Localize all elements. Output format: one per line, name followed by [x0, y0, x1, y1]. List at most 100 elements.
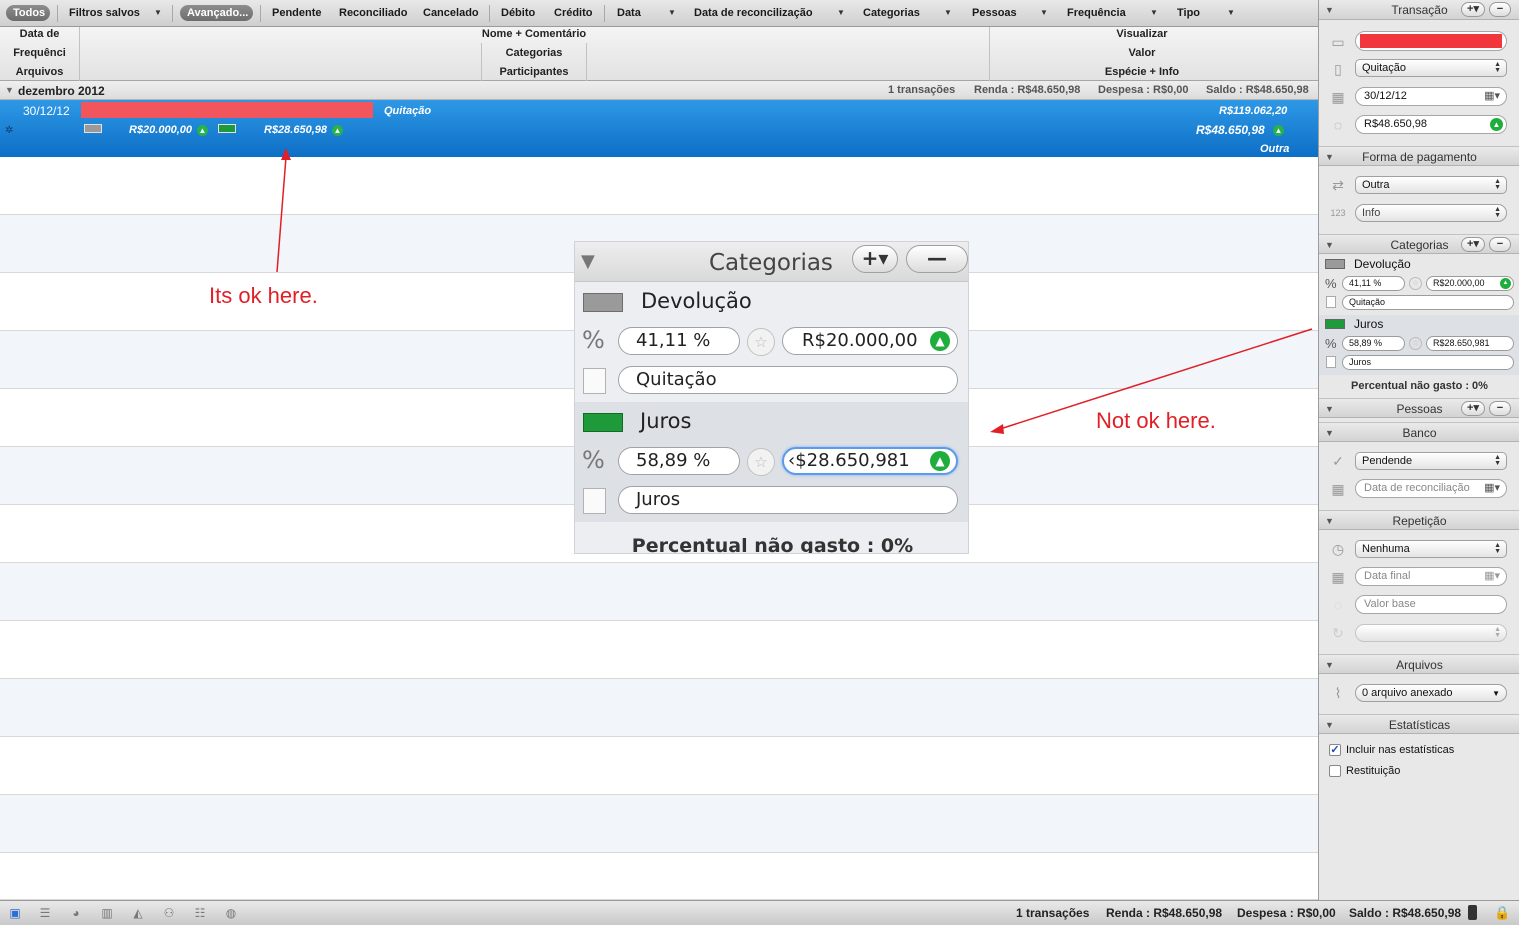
info-placeholder: Info: [1362, 207, 1381, 219]
income-arrow-icon: ▲: [1500, 278, 1511, 289]
timeline-icon[interactable]: ☷: [188, 905, 212, 921]
updown-icon: ▲ ▼: [1494, 178, 1501, 191]
zoom-header-title: Categorias: [709, 250, 833, 276]
remove-person-button[interactable]: −: [1489, 401, 1511, 416]
category-note-field[interactable]: Quitação: [1342, 295, 1514, 310]
lock-icon[interactable]: 🔒: [1494, 905, 1510, 921]
area-chart-icon[interactable]: ◭: [126, 905, 150, 921]
app-window: Todos Filtros salvos ▼ Avançado... Pende…: [0, 0, 1519, 925]
category-percent-field[interactable]: 41,11 %: [618, 327, 740, 355]
currency-icon[interactable]: ☆: [747, 448, 775, 476]
bank-status-popup[interactable]: Pendende ▲ ▼: [1355, 452, 1507, 470]
category-swatch: [583, 293, 623, 312]
payment-method-value: Outra: [1362, 179, 1390, 191]
category-note-field[interactable]: Juros: [618, 486, 958, 514]
attachments-popup[interactable]: 0 arquivo anexado ▼: [1355, 684, 1507, 702]
repeat-options-popup[interactable]: ▲ ▼: [1355, 624, 1507, 642]
section-payment-method[interactable]: ▼ Forma de pagamento: [1319, 146, 1519, 166]
category-percent-field[interactable]: 41,11 %: [1342, 276, 1405, 291]
clock-icon: ◷: [1331, 541, 1345, 557]
repeat-frequency-value: Nenhuma: [1362, 543, 1410, 555]
pie-chart-icon[interactable]: ◕: [64, 905, 88, 921]
transaction-type-popup[interactable]: Quitação ▲ ▼: [1355, 59, 1507, 77]
status-bar: ▣ ☰ ◕ ▥ ◭ ⚇ ☷ ◍ 1 transações Renda : R$4…: [0, 900, 1519, 925]
arrowhead-icon: [990, 424, 1004, 434]
category-value: R$20.000,00: [802, 330, 918, 351]
updown-icon: ▲ ▼: [1494, 626, 1501, 639]
category-percent-field[interactable]: 58,89 %: [1342, 336, 1405, 351]
zoom-add-button[interactable]: +▾: [852, 245, 898, 273]
category-note-field[interactable]: Quitação: [618, 366, 958, 394]
section-title: Arquivos: [1396, 658, 1443, 672]
annotation-ok: Its ok here.: [209, 283, 318, 308]
base-value-field[interactable]: Valor base: [1355, 595, 1507, 614]
payee-field[interactable]: [1355, 31, 1507, 51]
zoom-section-header: ▼ Categorias +▾ —: [575, 242, 968, 282]
calculator-icon[interactable]: [1468, 905, 1477, 920]
category-percent-field[interactable]: 58,89 %: [618, 447, 740, 475]
remove-category-button[interactable]: −: [1489, 237, 1511, 252]
note-icon: [1326, 356, 1336, 368]
zoom-category-juros: Juros % 58,89 % ☆ ‹$28.650,981 ▲ Juros: [575, 402, 968, 522]
unspent-percent: Percentual não gasto : 0%: [1351, 380, 1488, 392]
end-date-field[interactable]: Data final ▦▾: [1355, 567, 1507, 586]
disclosure-triangle-icon[interactable]: ▼: [581, 251, 595, 272]
category-swatch: [1325, 259, 1345, 269]
updown-icon: ▲ ▼: [1494, 61, 1501, 74]
zoom-remove-button[interactable]: —: [906, 245, 968, 273]
category-note-field[interactable]: Juros: [1342, 355, 1514, 370]
list-view-icon[interactable]: ▣: [3, 905, 27, 921]
repeat-frequency-popup[interactable]: Nenhuma ▲ ▼: [1355, 540, 1507, 558]
section-title: Forma de pagamento: [1362, 150, 1477, 164]
globe-icon[interactable]: ◍: [219, 905, 243, 921]
payment-method-popup[interactable]: Outra ▲ ▼: [1355, 176, 1507, 194]
people-icon[interactable]: ⚇: [157, 905, 181, 921]
status-expense: Despesa : R$0,00: [1237, 906, 1336, 920]
note-icon: [583, 368, 606, 394]
section-repeat[interactable]: ▼ Repetição: [1319, 510, 1519, 530]
category-value-field[interactable]: R$20.000,00 ▲: [782, 327, 958, 355]
amount-field[interactable]: R$48.650,98 ▲: [1355, 115, 1507, 134]
payee-icon: ▭: [1331, 34, 1345, 50]
info-field[interactable]: Info ▲ ▼: [1355, 204, 1507, 222]
section-bank[interactable]: ▼ Banco: [1319, 422, 1519, 442]
end-date-placeholder: Data final: [1364, 570, 1411, 582]
section-statistics[interactable]: ▼ Estatísticas: [1319, 714, 1519, 734]
add-person-button[interactable]: +▾: [1461, 401, 1485, 416]
reconciliation-date-placeholder: Data de reconciliação: [1364, 482, 1470, 494]
add-button[interactable]: +▾: [1461, 2, 1485, 17]
category-value-field[interactable]: R$20.000,00 ▲: [1426, 276, 1514, 291]
section-transaction[interactable]: ▼ Transação +▾ −: [1319, 0, 1519, 20]
currency-icon[interactable]: ☆: [1409, 277, 1422, 290]
section-categories[interactable]: ▼ Categorias +▾ −: [1319, 234, 1519, 254]
bank-status-value: Pendende: [1362, 455, 1413, 467]
annotation-arrow-ok: [276, 156, 287, 273]
currency-icon[interactable]: ☆: [1409, 337, 1422, 350]
calendar-picker-icon[interactable]: ▦▾: [1484, 480, 1500, 497]
category-item: Devolução % 41,11 % ☆ R$20.000,00 ▲ Quit…: [1319, 255, 1519, 315]
remove-button[interactable]: −: [1489, 2, 1511, 17]
zoomed-categories-panel: ▼ Categorias +▾ — Devolução % 41,11 % ☆ …: [574, 241, 969, 554]
arrowhead-icon: [281, 148, 291, 160]
updown-icon: ▲ ▼: [1494, 206, 1501, 219]
calendar-picker-icon[interactable]: ▦▾: [1484, 568, 1500, 585]
category-value-field[interactable]: R$28.650,981: [1426, 336, 1514, 351]
income-arrow-icon[interactable]: ▲: [1490, 118, 1503, 131]
calendar-icon: ▦: [1331, 481, 1345, 497]
note-icon: [1326, 296, 1336, 308]
date-value: 30/12/12: [1364, 90, 1407, 102]
number-icon: 123: [1330, 208, 1346, 218]
refund-checkbox[interactable]: [1329, 765, 1341, 777]
section-files[interactable]: ▼ Arquivos: [1319, 654, 1519, 674]
add-category-button[interactable]: +▾: [1461, 237, 1485, 252]
date-field[interactable]: 30/12/12 ▦▾: [1355, 87, 1507, 106]
calendar-picker-icon[interactable]: ▦▾: [1484, 88, 1500, 105]
include-statistics-checkbox[interactable]: ✓: [1329, 744, 1341, 756]
category-name: Juros: [1354, 317, 1384, 331]
compact-list-icon[interactable]: ☰: [33, 905, 57, 921]
currency-icon[interactable]: ☆: [747, 328, 775, 356]
section-people[interactable]: ▼ Pessoas +▾ −: [1319, 398, 1519, 418]
bar-chart-icon[interactable]: ▥: [95, 905, 119, 921]
category-value-field-focused[interactable]: ‹$28.650,981 ▲: [782, 447, 958, 475]
reconciliation-date-field[interactable]: Data de reconciliação ▦▾: [1355, 479, 1507, 498]
